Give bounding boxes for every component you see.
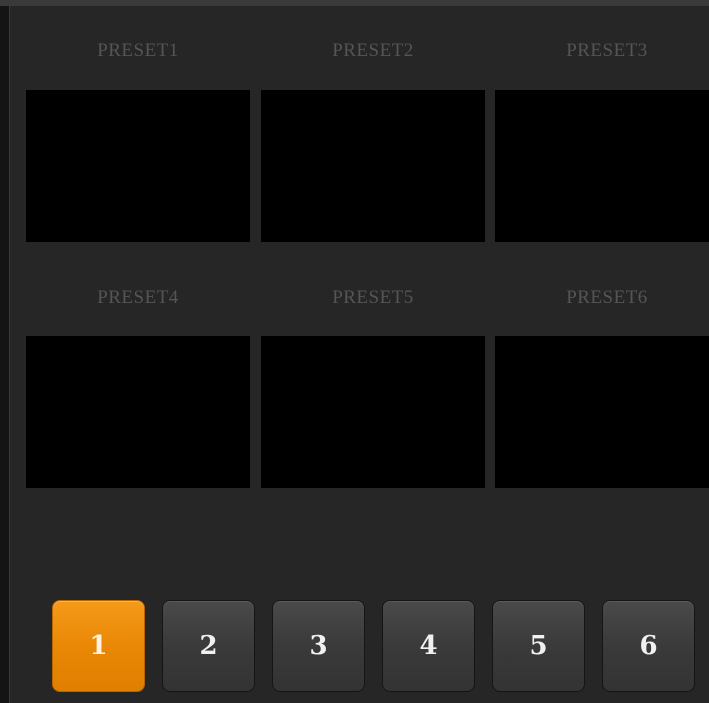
page-button-1[interactable]: 1	[52, 600, 145, 692]
page-button-5[interactable]: 5	[492, 600, 585, 692]
preset-thumbnail[interactable]	[261, 336, 485, 488]
preset-label: PRESET1	[97, 40, 179, 61]
preset-thumbnail[interactable]	[261, 90, 485, 242]
preset-label: PRESET2	[332, 40, 414, 61]
preset-thumbnail[interactable]	[495, 336, 709, 488]
page-button-4[interactable]: 4	[382, 600, 475, 692]
page-button-2[interactable]: 2	[162, 600, 255, 692]
page-button-3[interactable]: 3	[272, 600, 365, 692]
panel-left-border	[0, 6, 10, 703]
preset-label: PRESET3	[566, 40, 648, 61]
preset-thumbnail[interactable]	[495, 90, 709, 242]
preset-panel: PRESET1 PRESET2 PRESET3 PRESET4 PRESET5 …	[0, 0, 709, 703]
preset-thumbnail[interactable]	[26, 336, 250, 488]
preset-label: PRESET4	[97, 287, 179, 308]
page-button-6[interactable]: 6	[602, 600, 695, 692]
preset-label: PRESET6	[566, 287, 648, 308]
preset-label: PRESET5	[332, 287, 414, 308]
preset-thumbnail[interactable]	[26, 90, 250, 242]
